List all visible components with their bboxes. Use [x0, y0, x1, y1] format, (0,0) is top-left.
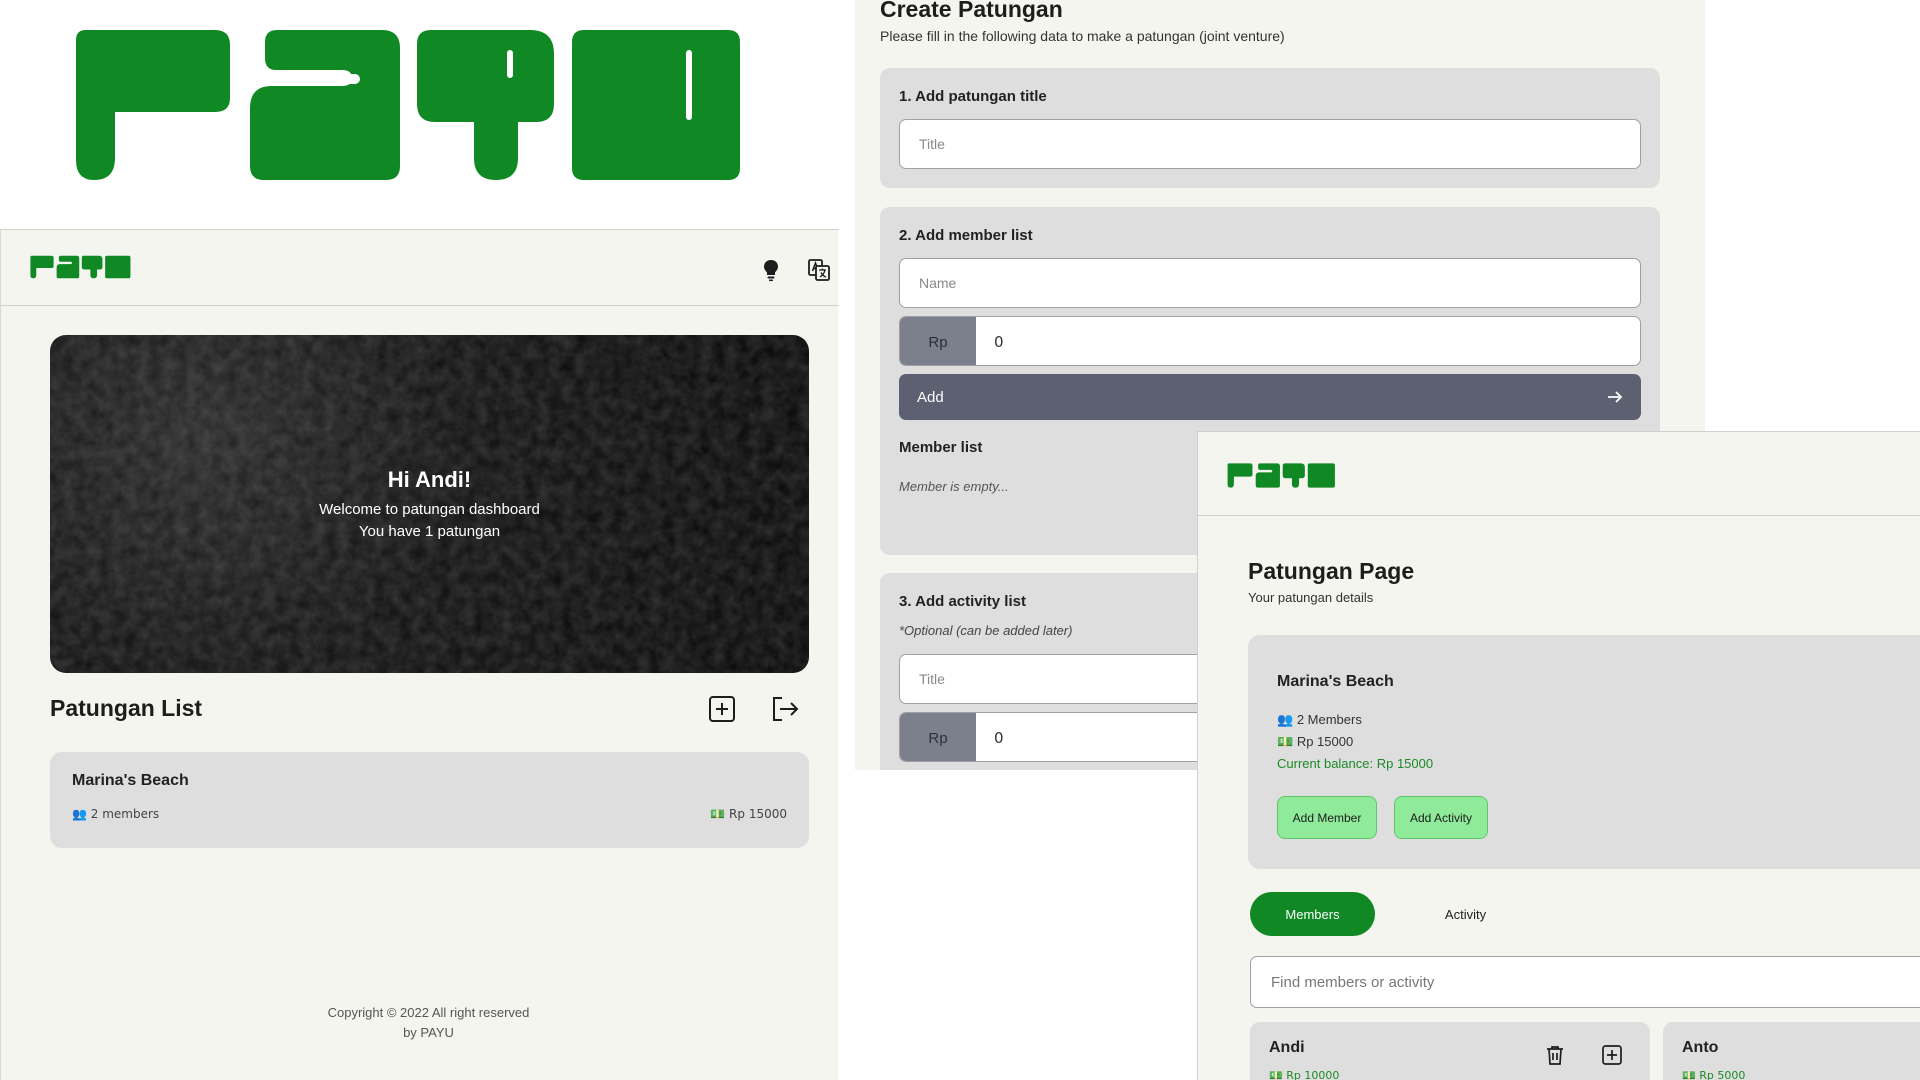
logout-button[interactable]: [770, 695, 800, 723]
activity-currency-label: Rp: [900, 713, 976, 761]
welcome-text: Hi Andi! Welcome to patungan dashboard Y…: [50, 467, 809, 543]
section-activities-heading: 3. Add activity list: [899, 593, 1026, 610]
navbar: [1198, 432, 1920, 516]
money-icon: 💵: [1682, 1069, 1696, 1080]
welcome-banner: Hi Andi! Welcome to patungan dashboard Y…: [50, 335, 809, 673]
patungan-list-title: Patungan List: [50, 695, 203, 721]
copyright-by: by PAYU: [403, 1025, 454, 1040]
member-amount: 💵 Rp 10000: [1269, 1069, 1340, 1080]
patungan-page-screen: Patungan Page Your patungan details Mari…: [1197, 431, 1920, 1080]
page-title: Create Patungan: [880, 0, 1063, 22]
dashboard-screen: Hi Andi! Welcome to patungan dashboard Y…: [0, 0, 839, 1080]
page-subtitle: Please fill in the following data to mak…: [880, 28, 1285, 44]
section-title: 1. Add patungan title Title: [880, 68, 1660, 188]
money-icon: 💵: [1277, 734, 1294, 749]
page-subtitle: Your patungan details: [1248, 590, 1374, 605]
patungan-summary-card: Marina's Beach 👥 2 Members 💵 Rp 15000 Cu…: [1248, 635, 1920, 869]
arrow-right-icon: [1608, 391, 1623, 403]
current-balance: Current balance: Rp 15000: [1277, 756, 1434, 771]
amount-input[interactable]: 0: [994, 317, 1004, 365]
translate-icon[interactable]: [807, 258, 831, 282]
dashboard-panel: Hi Andi! Welcome to patungan dashboard Y…: [0, 229, 839, 1080]
tab-members[interactable]: Members: [1250, 892, 1375, 936]
patungan-card[interactable]: Marina's Beach 👥 2 members 💵 Rp 15000: [50, 752, 809, 848]
patungan-card-amount: 💵 Rp 15000: [710, 807, 787, 821]
amount-input-group: Rp 0: [899, 316, 1641, 366]
search-input[interactable]: Find members or activity: [1250, 956, 1920, 1008]
member-card[interactable]: Anto 💵 Rp 5000: [1663, 1022, 1920, 1080]
section-members-heading: 2. Add member list: [899, 227, 1033, 244]
member-count: 👥 2 Members: [1277, 712, 1362, 727]
add-patungan-button[interactable]: [708, 695, 736, 723]
patungan-count: You have 1 patungan: [358, 523, 501, 540]
title-input[interactable]: Title: [899, 119, 1641, 169]
trash-icon[interactable]: [1544, 1044, 1566, 1066]
currency-label: Rp: [900, 317, 976, 365]
add-button-label: Add: [917, 388, 944, 406]
member-list-heading: Member list: [899, 439, 983, 456]
add-member-button[interactable]: Add: [899, 374, 1641, 420]
page-title: Patungan Page: [1248, 558, 1415, 584]
add-activity-button[interactable]: Add Activity: [1394, 796, 1488, 839]
section-title-heading: 1. Add patungan title: [899, 88, 1047, 105]
money-icon: 💵: [1269, 1069, 1283, 1080]
member-name: Andi: [1269, 1039, 1305, 1056]
patungan-title: Marina's Beach: [1277, 673, 1394, 690]
tab-activity[interactable]: Activity: [1423, 892, 1508, 936]
payu-logo[interactable]: [1225, 463, 1343, 488]
bulb-icon[interactable]: [759, 258, 783, 282]
payu-logo-large: [76, 30, 740, 180]
copyright-text: Copyright © 2022 All right reserved: [327, 1005, 530, 1020]
optional-note: *Optional (can be added later): [899, 623, 1073, 638]
footer: Copyright © 2022 All right reserved by P…: [1, 1003, 856, 1043]
name-input[interactable]: Name: [899, 258, 1641, 308]
people-icon: 👥: [72, 807, 87, 821]
greeting-title: Hi Andi!: [387, 467, 472, 492]
member-amount: 💵 Rp 5000: [1682, 1069, 1746, 1080]
people-icon: 👥: [1277, 712, 1294, 727]
add-member-button[interactable]: Add Member: [1277, 796, 1377, 839]
patungan-card-members: 👥 2 members: [72, 807, 160, 821]
member-empty-text: Member is empty...: [899, 479, 1009, 494]
welcome-message: Welcome to patungan dashboard: [319, 501, 540, 518]
money-icon: 💵: [710, 807, 726, 821]
member-name: Anto: [1682, 1039, 1719, 1056]
member-card[interactable]: Andi 💵 Rp 10000: [1250, 1022, 1650, 1080]
total-amount: 💵 Rp 15000: [1277, 734, 1354, 749]
add-square-icon[interactable]: [1601, 1044, 1623, 1066]
patungan-card-title: Marina's Beach: [72, 772, 189, 789]
navbar: [1, 229, 839, 306]
payu-logo[interactable]: [28, 255, 138, 279]
activity-amount-input[interactable]: 0: [994, 713, 1004, 761]
